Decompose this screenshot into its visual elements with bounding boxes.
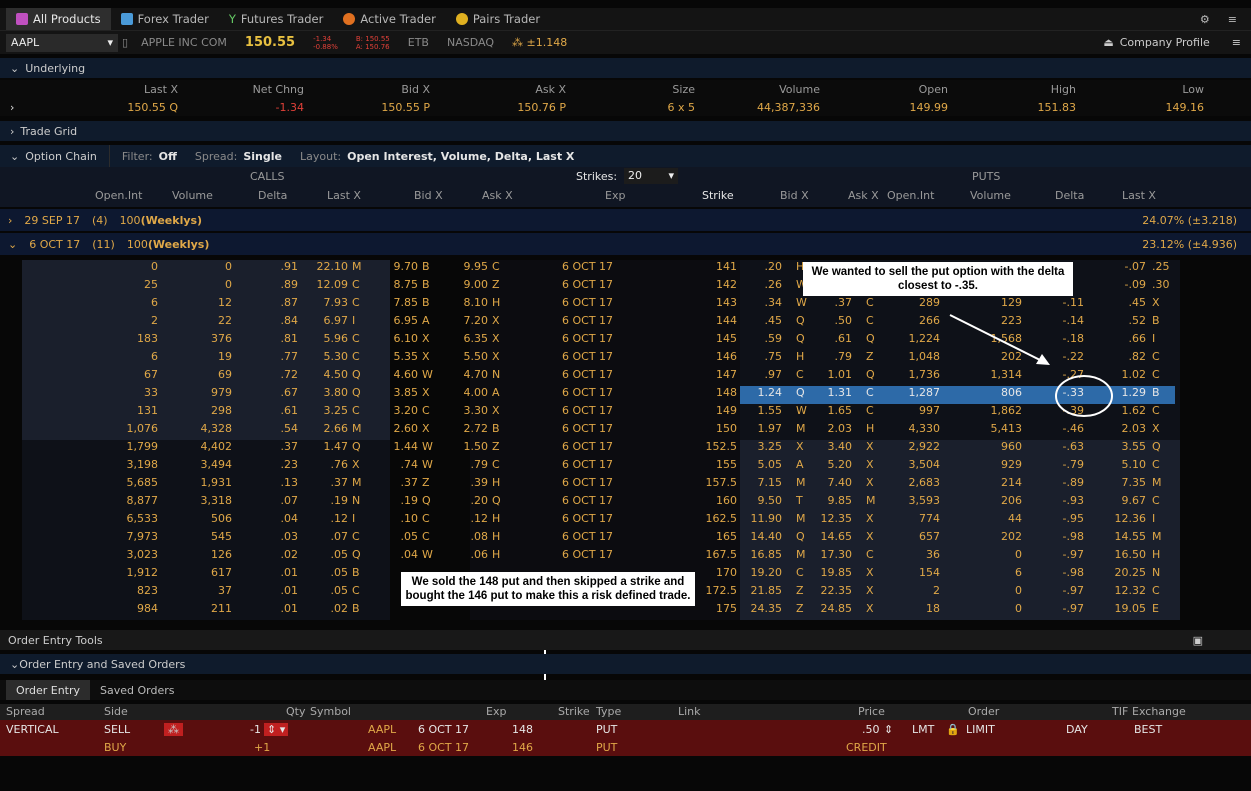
qty-field[interactable]: -1 — [250, 723, 261, 736]
strike-field[interactable]: 146 — [512, 741, 533, 754]
camera-icon[interactable]: ▣ — [1193, 634, 1251, 647]
credit-label: CREDIT — [846, 741, 887, 754]
price-field[interactable]: .50 — [862, 723, 880, 736]
type-field[interactable]: PUT — [596, 741, 617, 754]
symbol-field: AAPL — [368, 741, 397, 754]
qty-field[interactable]: +1 — [254, 741, 270, 754]
chevron-down-icon: ⌄ — [10, 657, 20, 671]
spread-field[interactable]: VERTICAL — [6, 723, 59, 736]
order-entry-saved-header[interactable]: ⌄ Order Entry and Saved Orders — [0, 654, 1251, 674]
annotation-bottom: We sold the 148 put and then skipped a s… — [401, 572, 695, 606]
order-entry-tools[interactable]: Order Entry Tools ▣ — [0, 630, 1251, 650]
type-field[interactable]: PUT — [596, 723, 617, 736]
tif-field[interactable]: DAY — [1066, 723, 1088, 736]
tab-order-entry[interactable]: Order Entry — [6, 680, 91, 700]
limit-type[interactable]: LMT — [912, 723, 934, 736]
order-tabs: Order Entry Saved Orders — [0, 680, 1251, 700]
side-field[interactable]: SELL — [104, 723, 130, 736]
order-leg-sell: VERTICAL SELL ⁂ -1 ⇕ ▾ AAPL 6 OCT 17 148… — [0, 720, 1251, 738]
order-headers: Spread Side Qty Symbol Exp Strike Type L… — [0, 704, 1251, 720]
flip-icon[interactable]: ⁂ — [164, 723, 183, 736]
exp-field[interactable]: 6 OCT 17 — [418, 723, 469, 736]
order-leg-buy: BUY +1 AAPL 6 OCT 17 146 PUT CREDIT — [0, 738, 1251, 756]
exchange-field[interactable]: BEST — [1134, 723, 1162, 736]
price-stepper-icon[interactable]: ⇕ — [884, 723, 893, 736]
lock-icon[interactable]: 🔒 — [946, 723, 960, 736]
thinkorswim-window: All Products Forex Trader Y Futures Trade… — [0, 0, 1251, 791]
symbol-field: AAPL — [368, 723, 397, 736]
qty-stepper-icon[interactable]: ⇕ ▾ — [264, 723, 289, 736]
tab-saved-orders[interactable]: Saved Orders — [90, 680, 184, 700]
side-field[interactable]: BUY — [104, 741, 126, 754]
order-type-field[interactable]: LIMIT — [966, 723, 995, 736]
strike-field[interactable]: 148 — [512, 723, 533, 736]
exp-field[interactable]: 6 OCT 17 — [418, 741, 469, 754]
